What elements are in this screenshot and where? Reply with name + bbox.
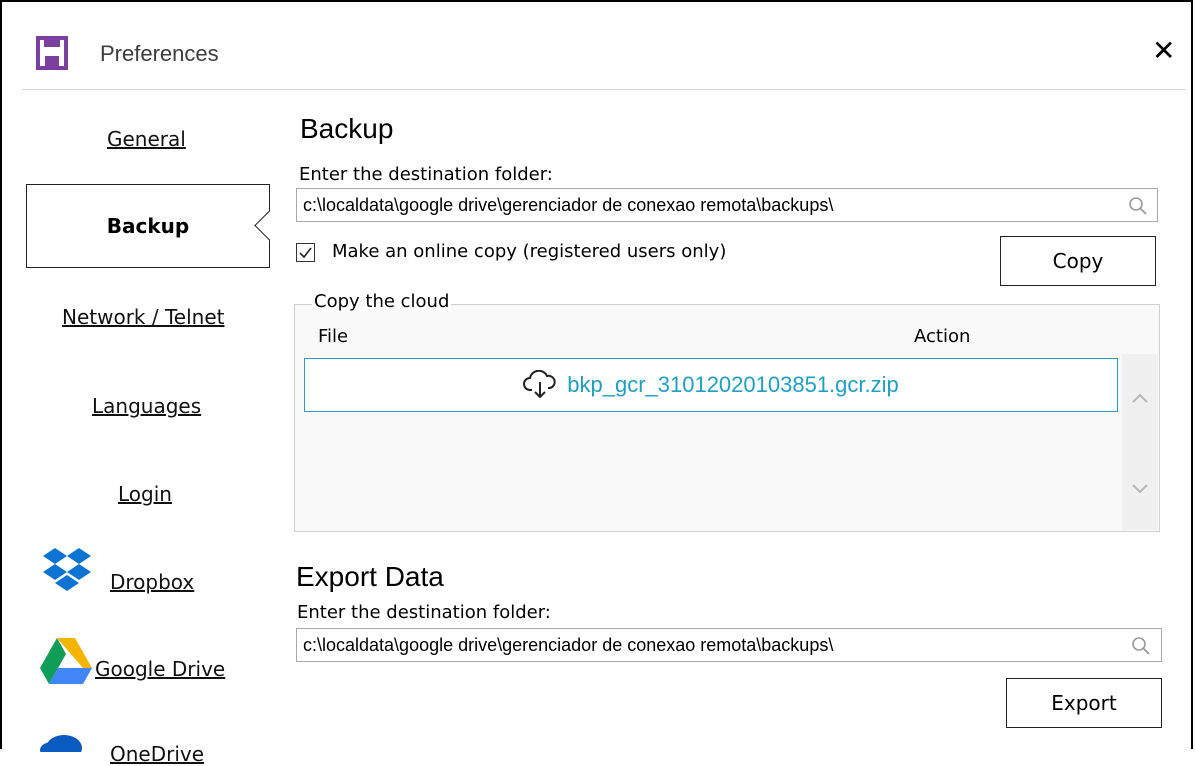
sidebar-item-network-telnet[interactable]: Network / Telnet bbox=[62, 305, 224, 329]
search-icon[interactable] bbox=[1128, 196, 1148, 216]
sidebar-item-languages[interactable]: Languages bbox=[92, 394, 201, 418]
online-copy-checkbox[interactable] bbox=[296, 243, 315, 262]
list-item[interactable]: bkp_gcr_31012020103851.gcr.zip bbox=[304, 358, 1118, 412]
sidebar-item-login[interactable]: Login bbox=[118, 482, 172, 506]
chevron-down-icon[interactable] bbox=[1129, 477, 1151, 499]
online-copy-label[interactable]: Make an online copy (registered users on… bbox=[332, 241, 726, 262]
onedrive-icon bbox=[40, 735, 82, 752]
close-icon[interactable]: ✕ bbox=[1152, 34, 1175, 67]
backup-heading: Backup bbox=[300, 113, 394, 144]
google-drive-icon bbox=[40, 638, 92, 684]
sidebar-item-google-drive[interactable]: Google Drive bbox=[95, 657, 225, 681]
column-header-action: Action bbox=[914, 326, 971, 347]
cloud-group bbox=[294, 304, 1160, 532]
cloud-download-icon[interactable] bbox=[523, 370, 557, 400]
export-dest-label: Enter the destination folder: bbox=[297, 602, 551, 623]
dropbox-icon bbox=[43, 548, 91, 591]
floppy-disk-icon bbox=[36, 36, 68, 70]
vertical-scrollbar[interactable] bbox=[1122, 354, 1158, 530]
sidebar-item-dropbox[interactable]: Dropbox bbox=[110, 570, 194, 594]
sidebar-item-onedrive[interactable]: OneDrive bbox=[110, 742, 204, 766]
window-title: Preferences bbox=[100, 41, 219, 66]
chevron-up-icon[interactable] bbox=[1129, 387, 1151, 409]
sidebar-item-backup[interactable]: Backup bbox=[26, 184, 270, 268]
column-header-file: File bbox=[318, 326, 349, 347]
sidebar-item-label: Backup bbox=[106, 214, 190, 238]
backup-path-input[interactable]: c:\localdata\google drive\gerenciador de… bbox=[296, 188, 1158, 222]
search-icon[interactable] bbox=[1131, 636, 1151, 656]
title-bar: Preferences ✕ bbox=[22, 0, 1182, 90]
backup-dest-label: Enter the destination folder: bbox=[299, 164, 553, 185]
file-name: bkp_gcr_31012020103851.gcr.zip bbox=[567, 372, 899, 397]
checkmark-icon bbox=[299, 247, 312, 259]
copy-button[interactable]: Copy bbox=[1000, 236, 1156, 286]
cloud-group-legend: Copy the cloud bbox=[312, 291, 452, 312]
export-button[interactable]: Export bbox=[1006, 678, 1162, 728]
title-divider bbox=[22, 89, 1186, 90]
export-path-input[interactable]: c:\localdata\google drive\gerenciador de… bbox=[296, 628, 1162, 662]
export-heading: Export Data bbox=[296, 561, 444, 592]
sidebar-item-general[interactable]: General bbox=[107, 127, 186, 151]
